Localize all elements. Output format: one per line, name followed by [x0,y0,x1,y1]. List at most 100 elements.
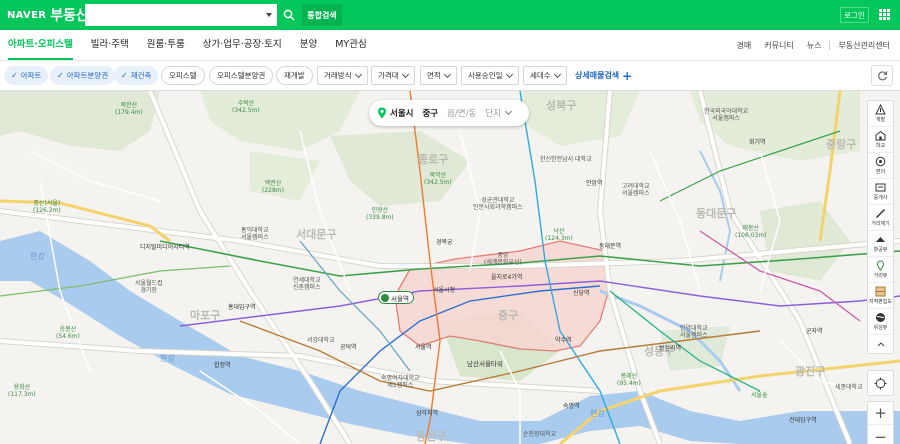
search-dropdown-icon[interactable] [266,13,272,17]
landmark-label: 서울시청 [433,287,456,294]
district-label: 동대문구 [696,207,737,220]
zoom-control: + − [867,401,894,444]
university-label: 한신한전남서 대학교 [540,156,592,163]
university-label: 한양대학교 서울캠퍼스 [680,325,708,339]
dropdown-area[interactable]: 면적 [420,66,457,85]
tab-villa-house[interactable]: 빌라·주택 [91,30,129,60]
filter-chip-officetel[interactable]: 오피스텔 [161,66,205,85]
station-pin-seoul[interactable]: 서울역 [378,291,414,304]
station-label: 삼각지역 [416,410,439,417]
district-label: 서대문구 [296,228,337,241]
region-breadcrumb[interactable]: 서울시 중구 읍/면/동 단지 [369,100,529,126]
advanced-search-button[interactable]: 상세매물검색 + [575,66,632,85]
mountain-label: 북악산 (342.5m) [424,172,452,186]
tool-convenience[interactable]: 편의 [868,153,893,179]
link-news[interactable]: 뉴스 [807,40,822,51]
tab-apartment-officetel[interactable]: 아파트·오피스텔 [8,30,73,60]
university-label: 한국외국어대학교 서울캠퍼스 [704,108,749,122]
zoom-in-button[interactable]: + [868,402,893,425]
svg-text:한강: 한강 [590,408,605,418]
tool-label: 학교 [875,143,886,149]
tool-satellite[interactable]: 위성뷰 [868,309,893,335]
naver-logo-text: NAVER [7,9,47,21]
check-icon: ✓ [121,71,128,80]
tab-my-interest[interactable]: MY관심 [335,30,366,60]
station-label: 건대입구역 [789,417,817,424]
dropdown-label: 사용승인일 [468,71,503,80]
refresh-button[interactable] [871,65,893,86]
tool-street-view[interactable]: 거리뷰 [868,257,893,283]
filter-bar: ✓ 아파트 ✓ 아파트분양권 ✓ 재건축 오피스텔 오피스텔분양권 재개발 거래방식 … [0,61,900,91]
tab-presale[interactable]: 분양 [300,30,317,60]
landmark-label: 경복궁 [436,239,453,246]
station-pin-dot [381,293,389,302]
station-label: 동대문역 [599,243,622,250]
my-location-button[interactable] [867,370,894,396]
district-label: 마포구 [190,309,221,322]
station-label: 숙명역 [563,403,580,410]
map-canvas[interactable]: 한강 한강 한강 종로구 성북구 중랑구 동대문구 마포구 용산구 성동구 광진… [0,91,900,444]
svg-text:한강: 한강 [30,251,45,261]
apps-grid-icon[interactable] [879,9,890,20]
tool-agent[interactable]: 중개사 [868,179,893,205]
breadcrumb-district[interactable]: 중구 [422,107,438,119]
mountain-label: 북한산 (179.4m) [115,102,143,116]
total-search-button[interactable]: 통합검색 [302,4,342,26]
filter-chip-redevelopment[interactable]: 재개발 [276,66,313,85]
chip-label: 아파트분양권 [66,71,109,80]
station-label: 안암역 [586,180,603,187]
breadcrumb-complex[interactable]: 단지 [485,107,501,119]
district-label: 중구 [498,309,519,322]
tool-ruler[interactable]: 거리재기 [868,205,893,231]
link-auction[interactable]: 경매 [737,40,752,51]
tool-development[interactable]: 개발 [868,101,893,127]
chevron-down-icon [354,70,362,78]
chip-label: 재건축 [130,71,152,80]
tool-cadastral[interactable]: 지적편집도 [868,283,893,309]
cadastral-map-icon [875,286,886,297]
login-button[interactable]: 로그인 [840,7,869,23]
tab-commercial-land[interactable]: 상가·업무·공장·토지 [203,30,282,60]
university-label: 성균관대학교 인문사회과학캠퍼스 [473,197,523,211]
link-agent-center[interactable]: 부동산관리센터 [838,40,890,51]
filter-chip-officetel-presale[interactable]: 오피스텔분양권 [209,66,274,85]
tool-school[interactable]: 학교 [868,127,893,153]
filter-chip-apartment[interactable]: ✓ 아파트 [4,66,49,85]
district-label: 용산구 [416,430,447,443]
filter-chip-reconstruction[interactable]: ✓ 재건축 [114,66,159,85]
dropdown-households[interactable]: 세대수 [523,66,567,85]
link-community[interactable]: 커뮤니티 [764,40,793,51]
naver-real-estate-logo[interactable]: NAVER 부동산 [7,6,89,24]
district-label: 성북구 [546,99,577,112]
search-button[interactable] [279,4,299,26]
svg-text:한강: 한강 [160,353,175,363]
dropdown-approval-date[interactable]: 사용승인일 [461,66,519,85]
top-bar: NAVER 부동산 통합검색 로그인 [0,0,900,30]
station-label: 신당역 [573,290,590,297]
ruler-icon [875,208,886,219]
university-label: 서강대학교 [307,337,335,344]
zoom-out-button[interactable]: − [868,425,893,444]
landmark-label: 중앙 (세계문화유산) [484,252,522,266]
search-input[interactable] [85,4,253,26]
tool-aerial-view[interactable]: 항공뷰 [868,231,893,257]
dropdown-deal-type[interactable]: 거래방식 [317,66,368,85]
dropdown-price[interactable]: 가격대 [371,66,415,85]
tool-label: 거리재기 [871,221,890,227]
station-label: 을지로4가역 [491,274,523,281]
district-label: 광진구 [795,365,826,378]
tools-collapse-button[interactable] [868,335,893,353]
mountain-label: 증산(서울) (126.2m) [33,200,61,214]
tool-label: 편의 [875,169,886,175]
chevron-down-icon [505,70,513,78]
station-label: 공덕역 [340,344,357,351]
district-label: 종로구 [418,153,449,166]
breadcrumb-dong[interactable]: 읍/면/동 [447,107,476,119]
breadcrumb-city[interactable]: 서울시 [390,107,413,119]
mountain-label: 인왕산 (339.8m) [366,207,394,221]
category-tabs: 아파트·오피스텔 빌라·주택 원룸·투룸 상가·업무·공장·토지 분양 MY관심 [8,30,385,60]
chevron-down-icon [401,70,409,78]
tab-oneroom-tworoom[interactable]: 원룸·투룸 [147,30,185,60]
filter-chip-apartment-presale[interactable]: ✓ 아파트분양권 [50,66,116,85]
category-nav: 아파트·오피스텔 빌라·주택 원룸·투룸 상가·업무·공장·토지 분양 MY관심… [0,30,900,61]
